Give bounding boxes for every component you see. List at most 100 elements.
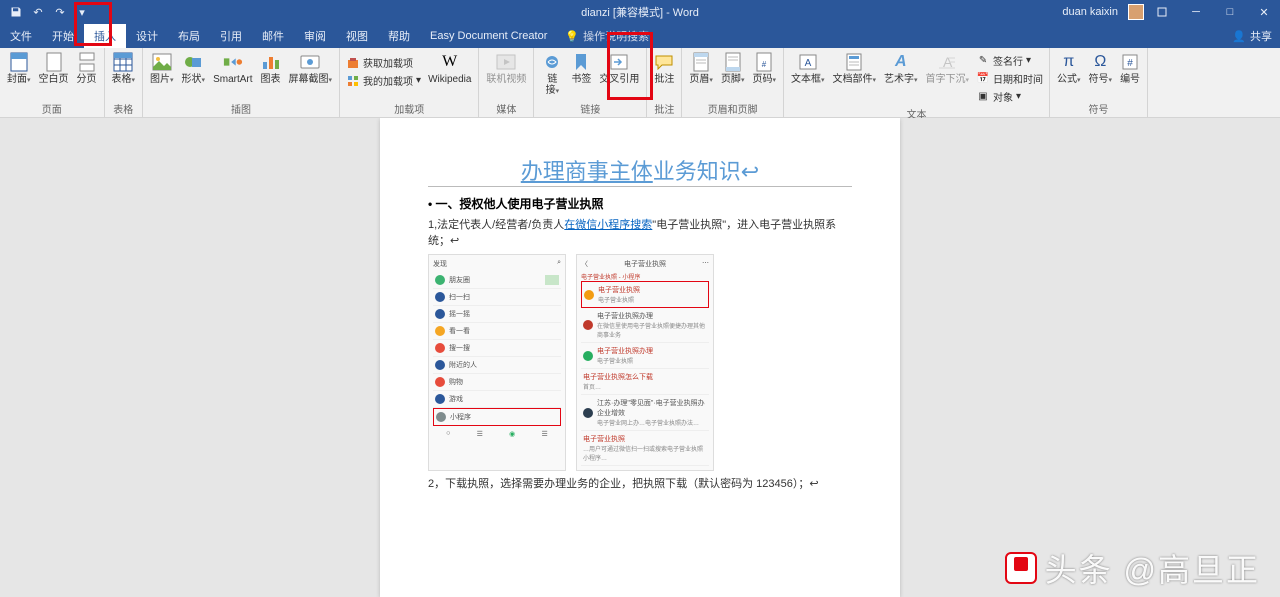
crossref-button[interactable]: 交叉引用 — [596, 50, 642, 87]
textbox-button[interactable]: A文本框 — [788, 50, 828, 88]
home-tab[interactable]: 开始 — [42, 24, 84, 48]
symbol-button[interactable]: Ω符号 — [1086, 50, 1116, 88]
link-icon — [542, 52, 562, 72]
pictures-button[interactable]: 图片 — [147, 50, 177, 88]
footer-icon — [723, 52, 743, 72]
screenshot-icon — [300, 52, 320, 72]
quickparts-icon — [844, 52, 864, 72]
document-title: 办理商事主体业务知识↩ — [428, 154, 852, 186]
edc-tab[interactable]: Easy Document Creator — [420, 24, 557, 48]
wechat-discover-screenshot: 发现⌕ 朋友圈 扫一扫 摇一摇 看一看 搜一搜 附近的人 购物 游戏 小程序 ○… — [428, 254, 566, 471]
header-button[interactable]: 页眉 — [686, 50, 716, 88]
blank-page-button[interactable]: 空白页 — [36, 50, 72, 87]
link-button[interactable]: 链接 — [538, 50, 566, 99]
group-illustrations: 图片 形状 SmartArt 图表 屏幕截图 插图 — [143, 48, 340, 117]
object-button[interactable]: ▣对象 ▾ — [974, 88, 1045, 105]
quickparts-button[interactable]: 文档部件 — [829, 50, 879, 88]
bookmark-button[interactable]: 书签 — [568, 50, 594, 87]
get-addins-button[interactable]: 获取加载项 — [344, 54, 423, 71]
page-break-button[interactable]: 分页 — [74, 50, 100, 87]
wordart-icon: A — [891, 52, 911, 72]
shapes-button[interactable]: 形状 — [179, 50, 209, 88]
ribbon-options-button[interactable] — [1146, 2, 1178, 22]
equation-icon: π — [1059, 52, 1079, 72]
document-page: 办理商事主体业务知识↩ • 一、授权他人使用电子营业执照 1,法定代表人/经营者… — [380, 118, 900, 597]
comment-icon — [654, 52, 674, 72]
group-text: A文本框 文档部件 A艺术字 A首字下沉 ✎签名行 ▾ 📅日期和时间 ▣对象 ▾… — [784, 48, 1050, 117]
number-icon: # — [1120, 52, 1140, 72]
bookmark-icon — [571, 52, 591, 72]
page-break-icon — [77, 52, 97, 72]
svg-text:#: # — [762, 60, 767, 69]
mailings-tab[interactable]: 邮件 — [252, 24, 294, 48]
smartart-button[interactable]: SmartArt — [210, 50, 255, 87]
layout-tab[interactable]: 布局 — [168, 24, 210, 48]
cover-page-button[interactable]: 封面 — [4, 50, 34, 88]
wikipedia-button[interactable]: WWikipedia — [425, 50, 474, 87]
section-heading-1: • 一、授权他人使用电子营业执照 — [428, 195, 852, 212]
avatar[interactable] — [1128, 4, 1144, 20]
group-addins: 获取加载项 我的加载项 ▾ WWikipedia 加载项 — [340, 48, 479, 117]
page-number-icon: # — [754, 52, 774, 72]
signature-line-button[interactable]: ✎签名行 ▾ — [974, 52, 1045, 69]
header-icon — [691, 52, 711, 72]
window-title: dianzi [兼容模式] - Word — [581, 4, 699, 20]
help-tab[interactable]: 帮助 — [378, 24, 420, 48]
design-tab[interactable]: 设计 — [126, 24, 168, 48]
chart-icon — [261, 52, 281, 72]
equation-button[interactable]: π公式 — [1054, 50, 1084, 88]
redo-button[interactable]: ↷ — [50, 2, 70, 22]
number-button[interactable]: #编号 — [1117, 50, 1143, 87]
references-tab[interactable]: 引用 — [210, 24, 252, 48]
screenshot-row: 发现⌕ 朋友圈 扫一扫 摇一摇 看一看 搜一搜 附近的人 购物 游戏 小程序 ○… — [428, 254, 852, 471]
file-tab[interactable]: 文件 — [0, 24, 42, 48]
my-addins-button[interactable]: 我的加载项 ▾ — [344, 72, 423, 89]
group-links: 链接 书签 交叉引用 链接 — [534, 48, 647, 117]
page-number-button[interactable]: #页码 — [749, 50, 779, 88]
wikipedia-icon: W — [440, 52, 460, 72]
blank-page-icon — [44, 52, 64, 72]
wordart-button[interactable]: A艺术字 — [881, 50, 921, 88]
wechat-search-screenshot: 〈电子营业执照⋯ 电子营业执照 - 小程序 电子营业执照电子营业执照 电子营业执… — [576, 254, 714, 471]
body-line-1: 1,法定代表人/经营者/负责人在微信小程序搜索"电子营业执照"，进入电子营业执照… — [428, 216, 852, 248]
share-button[interactable]: 👤共享 — [1232, 28, 1272, 44]
maximize-button[interactable]: □ — [1214, 2, 1246, 22]
group-comments: 批注 批注 — [647, 48, 682, 117]
user-name: duan kaixin — [1062, 6, 1118, 18]
svg-text:#: # — [1127, 58, 1133, 69]
quick-access-toolbar: ↶ ↷ ▾ — [6, 2, 92, 22]
close-button[interactable]: ✕ — [1248, 2, 1280, 22]
smartart-icon — [223, 52, 243, 72]
object-icon: ▣ — [976, 90, 990, 104]
watermark: 头条 @高旦正 — [1005, 545, 1260, 591]
store-icon — [346, 56, 360, 70]
group-media: 联机视频 媒体 — [479, 48, 534, 117]
date-time-button[interactable]: 📅日期和时间 — [974, 70, 1045, 87]
document-area[interactable]: 办理商事主体业务知识↩ • 一、授权他人使用电子营业执照 1,法定代表人/经营者… — [0, 118, 1280, 597]
toutiao-logo-icon — [1005, 552, 1037, 584]
review-tab[interactable]: 审阅 — [294, 24, 336, 48]
minimize-button[interactable]: ─ — [1180, 2, 1212, 22]
insert-tab[interactable]: 插入 — [84, 24, 126, 48]
save-button[interactable] — [6, 2, 26, 22]
group-pages: 封面 空白页 分页 页面 — [0, 48, 105, 117]
undo-button[interactable]: ↶ — [28, 2, 48, 22]
comment-button[interactable]: 批注 — [651, 50, 677, 87]
chart-button[interactable]: 图表 — [258, 50, 284, 87]
body-line-2: 2，下载执照，选择需要办理业务的企业，把执照下载（默认密码为 123456）；↩ — [428, 475, 852, 491]
video-icon — [496, 52, 516, 72]
qat-customize[interactable]: ▾ — [72, 2, 92, 22]
online-video-button[interactable]: 联机视频 — [483, 50, 529, 87]
datetime-icon: 📅 — [976, 72, 990, 86]
share-icon: 👤 — [1232, 30, 1246, 43]
tell-me-search[interactable]: 💡操作说明搜索 — [557, 28, 657, 44]
dropcap-icon: A — [937, 52, 957, 72]
group-header-footer: 页眉 页脚 #页码 页眉和页脚 — [682, 48, 784, 117]
ribbon: 封面 空白页 分页 页面 表格 表格 图片 形状 SmartArt 图表 屏幕截… — [0, 48, 1280, 118]
view-tab[interactable]: 视图 — [336, 24, 378, 48]
table-button[interactable]: 表格 — [109, 50, 139, 88]
dropcap-button[interactable]: A首字下沉 — [923, 50, 973, 88]
addins-icon — [346, 74, 360, 88]
screenshot-button[interactable]: 屏幕截图 — [286, 50, 336, 88]
footer-button[interactable]: 页脚 — [718, 50, 748, 88]
